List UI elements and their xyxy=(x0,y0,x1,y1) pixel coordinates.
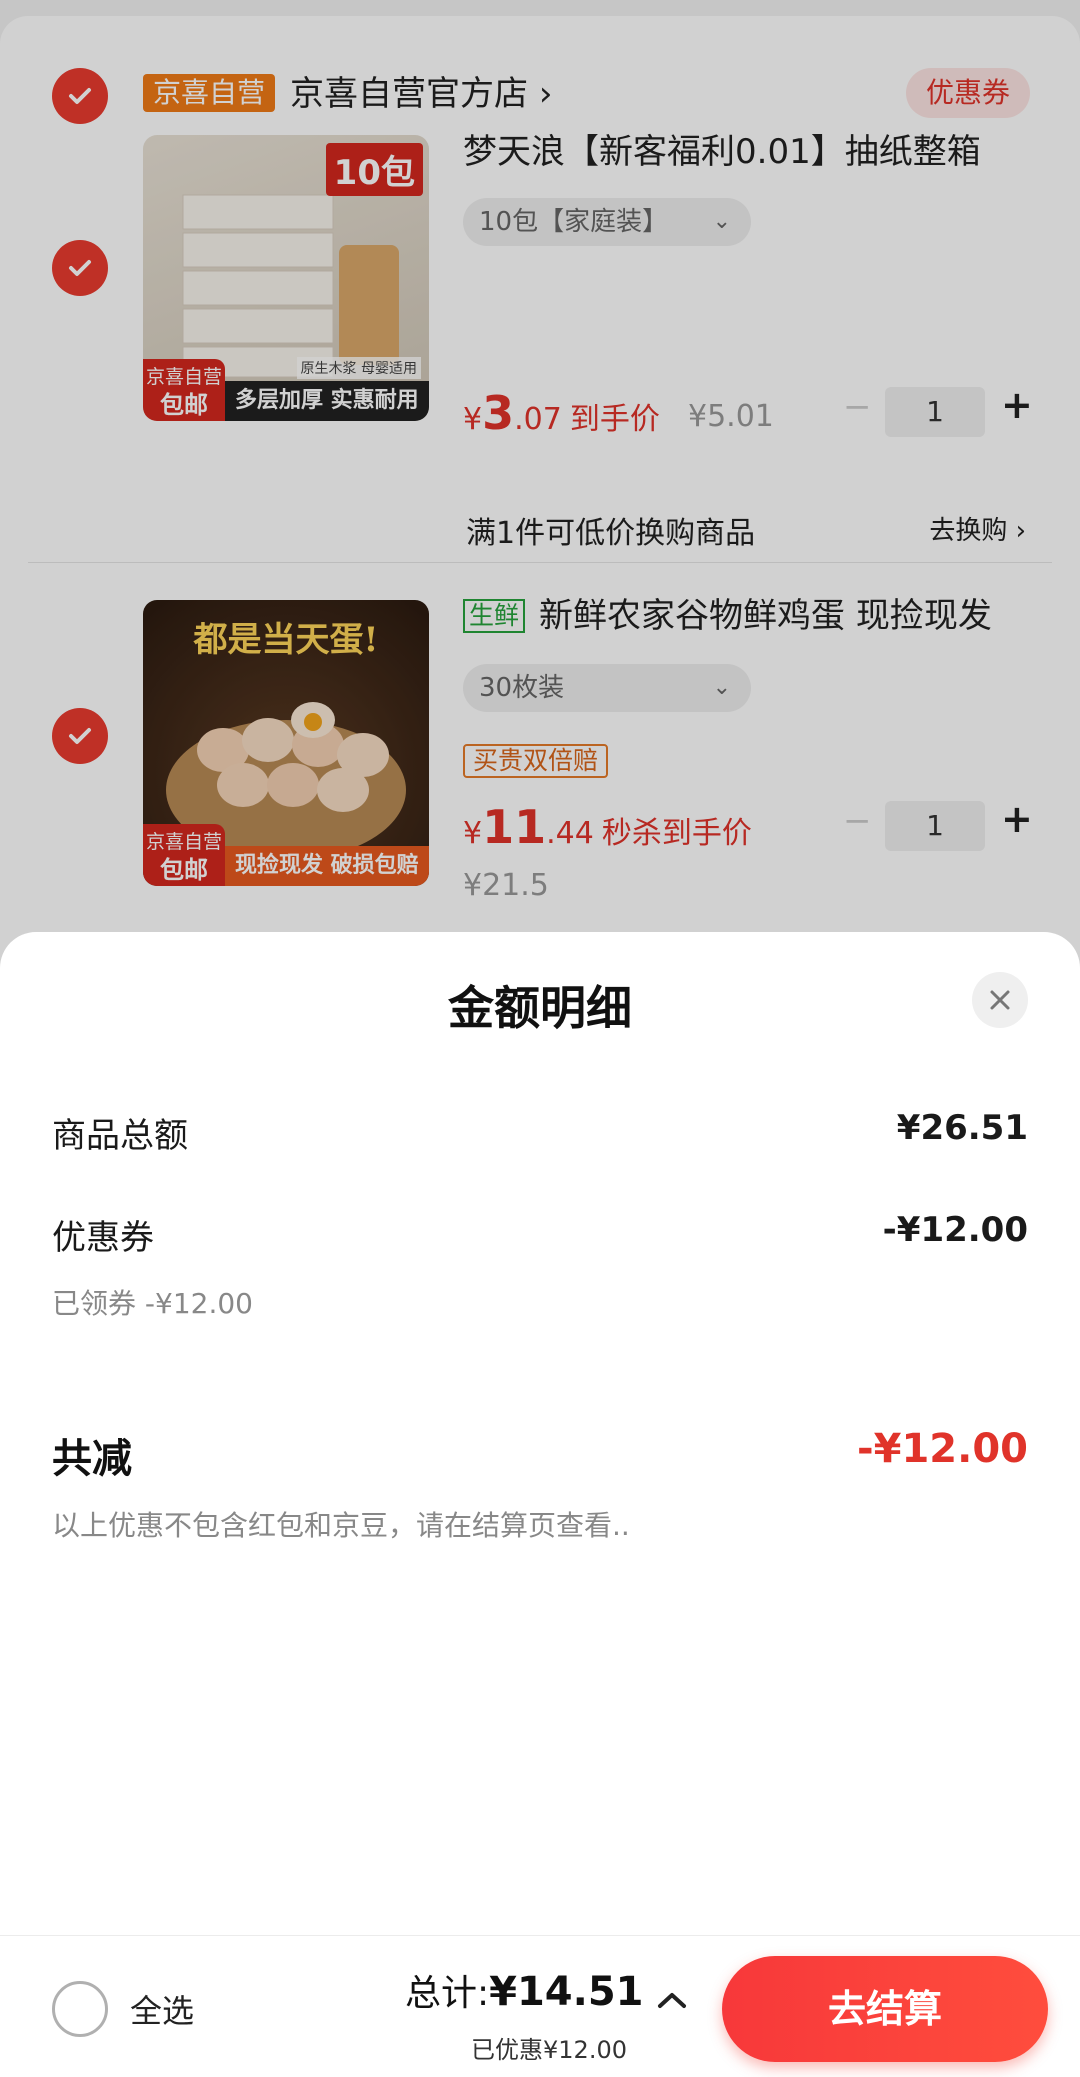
coupon-label: 优惠券 xyxy=(52,1218,154,1258)
expand-detail-button[interactable] xyxy=(655,1988,689,2016)
sum-value: ¥14.51 xyxy=(489,1969,644,2015)
select-all-checkbox[interactable] xyxy=(52,1981,108,2037)
total-discount-label: 共减 xyxy=(52,1436,132,1482)
goods-total-label: 商品总额 xyxy=(52,1116,188,1156)
goods-total-value: ¥26.51 xyxy=(896,1108,1028,1148)
checkout-button[interactable]: 去结算 xyxy=(722,1956,1048,2062)
sum-label: 总计: xyxy=(405,1973,490,2014)
close-icon xyxy=(990,990,1010,1010)
coupon-value: -¥12.00 xyxy=(882,1210,1028,1250)
sheet-title: 金额明细 xyxy=(448,981,632,1035)
saved-amount: 已优惠¥12.00 xyxy=(471,2036,627,2064)
total-sum: 总计:¥14.51 xyxy=(405,1964,644,2016)
checkout-bar: 全选 总计:¥14.51 已优惠¥12.00 去结算 xyxy=(0,1935,1080,2077)
chevron-up-icon xyxy=(658,1993,686,2008)
close-button[interactable] xyxy=(972,972,1028,1028)
amount-detail-sheet: 金额明细 商品总额 ¥26.51 优惠券 -¥12.00 已领券 -¥12.00… xyxy=(0,932,1080,2077)
discount-note: 以上优惠不包含红包和京豆，请在结算页查看.. xyxy=(52,1509,630,1542)
select-all-label[interactable]: 全选 xyxy=(130,1986,194,2032)
coupon-sub: 已领券 -¥12.00 xyxy=(52,1287,253,1320)
total-discount-value: -¥12.00 xyxy=(857,1426,1028,1472)
